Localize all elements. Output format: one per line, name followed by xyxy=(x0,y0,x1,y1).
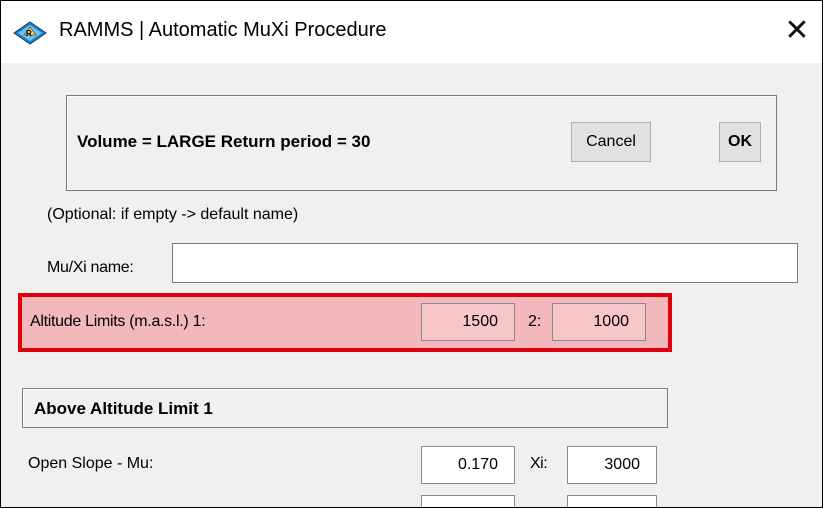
open-slope-xi-field[interactable]: 3000 xyxy=(567,446,657,484)
open-slope-mu-field[interactable]: 0.170 xyxy=(421,446,515,484)
xi-label: Xi: xyxy=(530,455,548,472)
optional-name-hint: (Optional: if empty -> default name) xyxy=(47,206,299,223)
cancel-button[interactable]: Cancel xyxy=(571,122,651,162)
altitude-limits-label: Altitude Limits (m.a.s.l.) 1: xyxy=(30,313,206,330)
next-row-xi-field[interactable] xyxy=(567,495,657,507)
dialog-window: R RAMMS | Automatic MuXi Procedure ✕ Vol… xyxy=(0,0,823,508)
close-icon[interactable]: ✕ xyxy=(777,15,817,49)
above-altitude-section-header: Above Altitude Limit 1 xyxy=(22,388,668,428)
dialog-body: Volume = LARGE Return period = 30 Cancel… xyxy=(1,63,822,507)
section-title: Above Altitude Limit 1 xyxy=(34,399,213,418)
ok-button[interactable]: OK xyxy=(719,122,761,162)
summary-text: Volume = LARGE Return period = 30 xyxy=(77,132,371,151)
svg-text:R: R xyxy=(26,29,32,38)
muxi-name-label: Mu/Xi name: xyxy=(47,259,134,276)
altitude-limit-2-label: 2: xyxy=(528,313,542,330)
altitude-limit-1-field[interactable]: 1500 xyxy=(421,303,515,341)
muxi-name-input[interactable] xyxy=(172,243,798,283)
altitude-limit-2-field[interactable]: 1000 xyxy=(552,303,646,341)
window-title: RAMMS | Automatic MuXi Procedure xyxy=(59,19,387,41)
ramms-app-icon: R xyxy=(13,21,47,45)
summary-panel: Volume = LARGE Return period = 30 Cancel… xyxy=(66,95,777,191)
next-row-mu-field[interactable] xyxy=(421,495,515,507)
altitude-limits-row: Altitude Limits (m.a.s.l.) 1: 1500 2: 10… xyxy=(18,293,672,352)
title-bar: R RAMMS | Automatic MuXi Procedure ✕ xyxy=(1,1,822,63)
open-slope-mu-label: Open Slope - Mu: xyxy=(28,455,154,472)
